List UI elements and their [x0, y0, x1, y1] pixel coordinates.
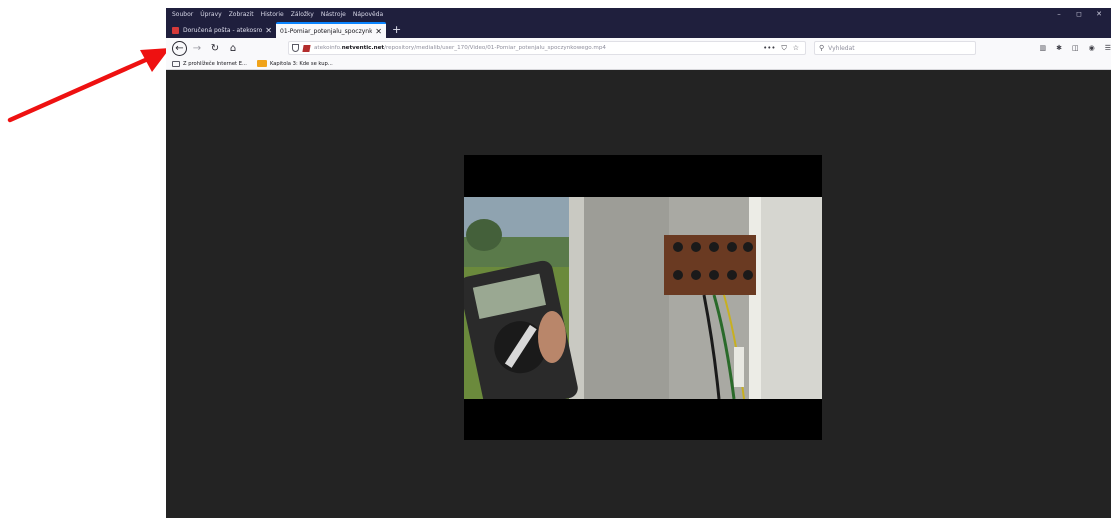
close-window-button[interactable]: ✕ — [1089, 10, 1109, 18]
browser-window: Soubor Úpravy Zobrazit Historie Záložky … — [166, 8, 1111, 518]
forward-arrow-icon[interactable]: → — [189, 40, 205, 56]
star-icon[interactable]: ☆ — [793, 44, 799, 52]
menu-bar: Soubor Úpravy Zobrazit Historie Záložky … — [166, 8, 1111, 20]
bookmark-folder[interactable]: Z prohlížeče Internet E... — [172, 60, 247, 67]
back-arrow-icon[interactable]: ← — [172, 40, 187, 56]
mail-icon — [172, 26, 179, 34]
video-frame-image — [464, 197, 822, 399]
site-identity-icon[interactable] — [302, 44, 311, 52]
menu-item-help[interactable]: Nápověda — [353, 11, 383, 18]
menu-item-file[interactable]: Soubor — [172, 11, 193, 18]
url-domain-prefix: atekoinfo. — [314, 45, 342, 51]
toolbar-right: ▥ ✱ ◫ ◉ ☰ — [1029, 41, 1111, 55]
page-actions-icon[interactable]: ••• — [763, 44, 775, 52]
url-path: /repository/medialib/user_170/Video/01-P… — [384, 45, 606, 51]
folder-icon — [172, 60, 180, 67]
bookmark-label: Z prohlížeče Internet E... — [183, 60, 247, 67]
library-icon[interactable]: ▥ — [1039, 44, 1046, 52]
screenshot: Soubor Úpravy Zobrazit Historie Záložky … — [0, 0, 1111, 518]
tab-strip: Doručená pošta - atekosro@g ✕ 01-Pomiar_… — [166, 20, 1111, 38]
sidebar-icon[interactable]: ◫ — [1072, 44, 1079, 52]
search-placeholder: Vyhledat — [828, 44, 855, 52]
bookmark-label: Kapitola 3: Kde se kup... — [269, 60, 333, 67]
url-bar[interactable]: atekoinfo.netventic.net/repository/media… — [288, 41, 806, 55]
tab-mail[interactable]: Doručená pošta - atekosro@g ✕ — [168, 22, 276, 38]
video-player[interactable] — [464, 155, 822, 440]
bookmarks-bar: Z prohlížeče Internet E... Kapitola 3: K… — [166, 58, 1111, 70]
reload-icon[interactable]: ↻ — [207, 40, 223, 56]
navigation-toolbar: ← → ↻ ⌂ atekoinfo.netventic.net/reposito… — [166, 38, 1111, 58]
pocket-icon[interactable]: ⛉ — [781, 44, 786, 53]
video-frame — [464, 197, 822, 399]
menu-item-edit[interactable]: Úpravy — [200, 11, 221, 18]
home-icon[interactable]: ⌂ — [225, 40, 241, 56]
shield-icon[interactable] — [292, 44, 299, 52]
menu-item-tools[interactable]: Nástroje — [321, 11, 346, 18]
annotation-arrow-icon — [7, 48, 170, 123]
menu-item-view[interactable]: Zobrazit — [229, 11, 254, 18]
menu-item-bookmarks[interactable]: Záložky — [291, 11, 314, 18]
tab-title: 01-Pomiar_potenjalu_spoczynkow — [280, 27, 373, 35]
minimize-button[interactable]: – — [1049, 10, 1069, 18]
account-icon[interactable]: ◉ — [1089, 44, 1095, 52]
menu-item-history[interactable]: Historie — [261, 11, 284, 18]
tab-title: Doručená pošta - atekosro@g — [183, 26, 263, 34]
bookmark-item[interactable]: Kapitola 3: Kde se kup... — [256, 60, 333, 67]
bookmark-site-icon — [256, 60, 267, 67]
search-icon: ⚲ — [819, 44, 825, 52]
extension-icon[interactable]: ✱ — [1056, 44, 1062, 52]
page-content — [166, 70, 1111, 518]
close-icon[interactable]: ✕ — [375, 27, 382, 36]
url-text[interactable]: atekoinfo.netventic.net/repository/media… — [314, 45, 606, 51]
new-tab-button[interactable]: + — [392, 22, 401, 38]
close-icon[interactable]: ✕ — [265, 26, 272, 35]
url-actions: ••• ⛉ ☆ — [757, 42, 799, 54]
tab-video[interactable]: 01-Pomiar_potenjalu_spoczynkow ✕ — [276, 22, 386, 38]
window-controls: – ◻ ✕ — [1049, 8, 1109, 20]
hamburger-menu-icon[interactable]: ☰ — [1105, 44, 1111, 52]
url-domain: netventic.net — [341, 45, 385, 51]
maximize-button[interactable]: ◻ — [1069, 10, 1089, 18]
search-input[interactable]: ⚲ Vyhledat — [814, 41, 976, 55]
